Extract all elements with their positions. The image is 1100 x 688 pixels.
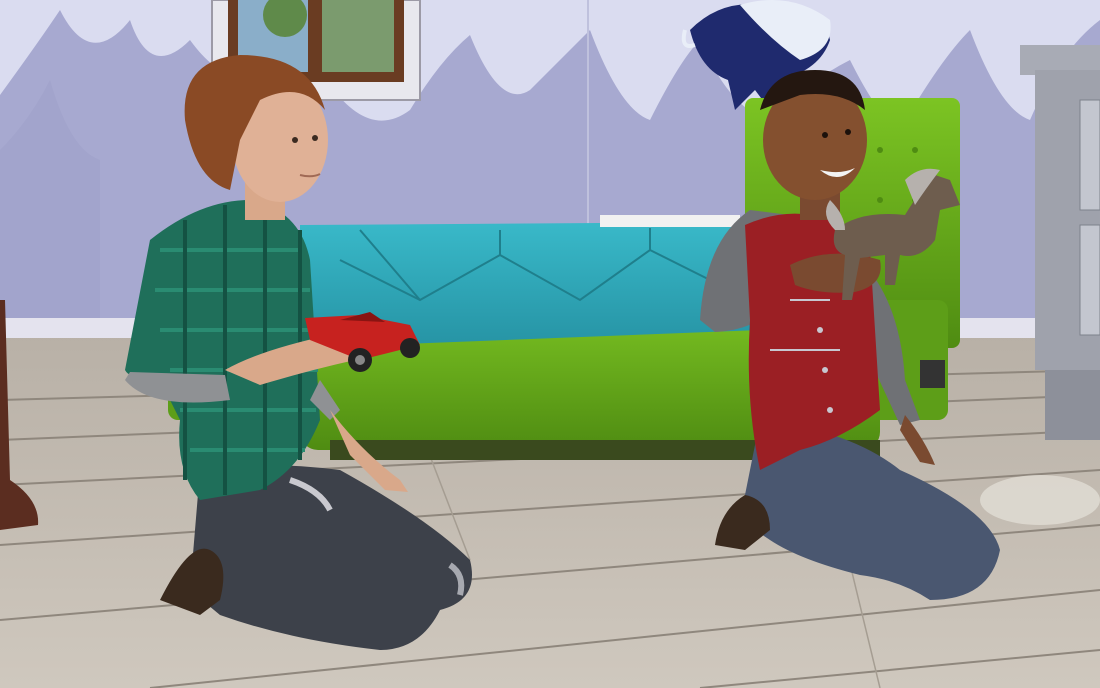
scene-canvas (0, 0, 1100, 688)
game-scene (0, 0, 1100, 688)
